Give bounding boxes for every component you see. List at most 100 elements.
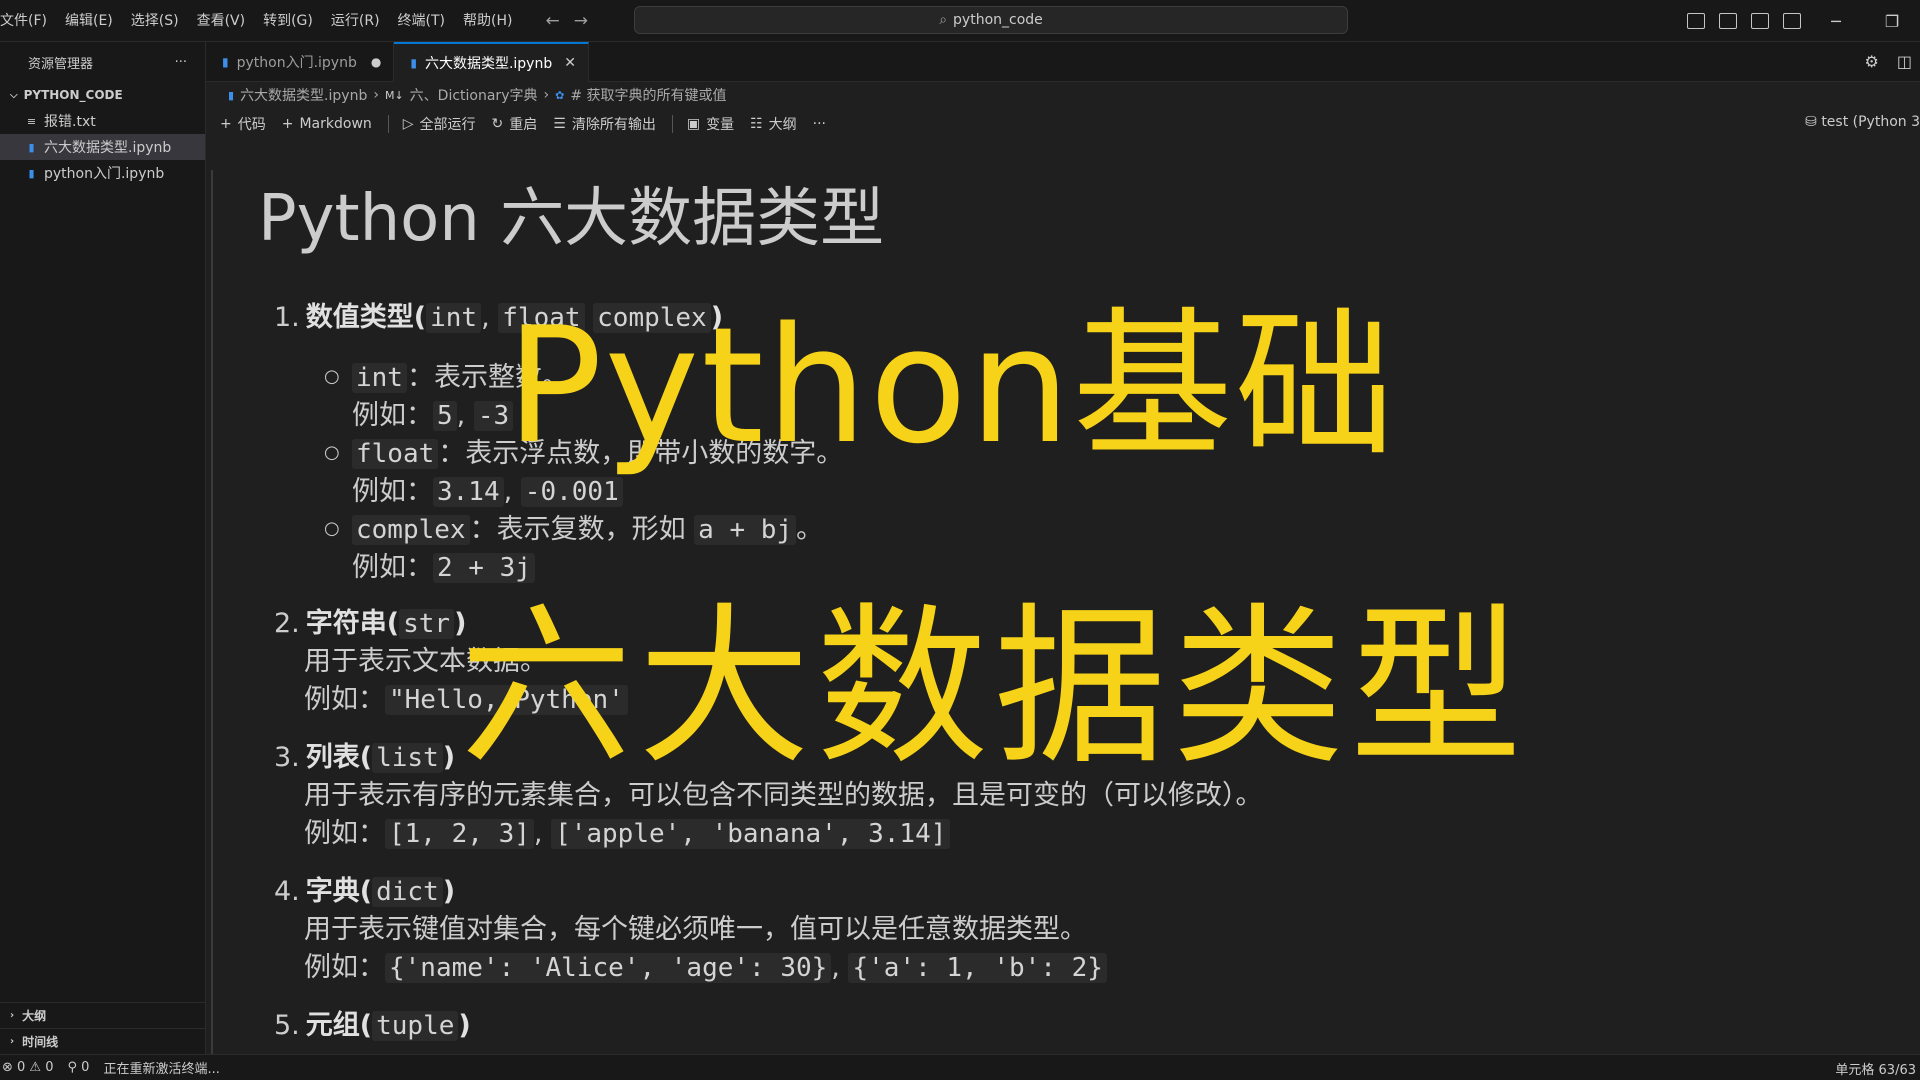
inline-code: str <box>399 609 455 639</box>
list-desc: 用于表示有序的元素集合，可以包含不同类型的数据，且是可变的（可以修改）。 <box>304 780 1263 811</box>
kernel-picker[interactable]: ⛁ test (Python 3 <box>1805 114 1920 130</box>
breadcrumb-section[interactable]: 六、Dictionary字典 <box>410 85 538 105</box>
variables-button[interactable]: ▣ 变量 <box>687 114 734 134</box>
example-float: 例如： 3.14, -0.001 <box>352 473 623 511</box>
inline-code: dict <box>372 877 443 907</box>
list-item-list: 3. 列表(list) <box>274 742 456 773</box>
example-label: 例如： <box>352 476 433 507</box>
file-item-error-txt[interactable]: ≡ 报错.txt <box>0 108 205 134</box>
item-number: 2. <box>274 608 300 639</box>
bullet-icon: ○ <box>324 442 340 463</box>
outline-section[interactable]: › 大纲 <box>0 1002 205 1028</box>
toggle-secondary-sidebar-icon[interactable] <box>1751 13 1769 29</box>
gear-icon[interactable]: ⚙ <box>1865 52 1879 71</box>
clear-outputs-label: 清除所有输出 <box>571 117 656 133</box>
toggle-panel-icon[interactable] <box>1719 13 1737 29</box>
clear-outputs-button[interactable]: ☰ 清除所有输出 <box>553 114 656 134</box>
run-all-button[interactable]: ▷ 全部运行 <box>403 114 476 134</box>
inline-code: a + bj <box>694 515 797 545</box>
chevron-right-icon: › <box>543 87 550 103</box>
inline-code: int <box>352 363 407 393</box>
file-item-python-intro[interactable]: ▮ python入门.ipynb <box>0 160 205 186</box>
inline-code: {'name': 'Alice', 'age': 30} <box>385 953 832 983</box>
back-arrow-icon[interactable]: ← <box>545 11 559 31</box>
punct: 。 <box>796 514 824 545</box>
ports-status[interactable]: ⚲ 0 <box>68 1060 90 1075</box>
timeline-label: 时间线 <box>22 1035 59 1049</box>
search-icon: ⌕ <box>939 12 948 28</box>
inline-code: complex <box>352 515 470 545</box>
list-item-string: 2. 字符串(str) <box>274 608 467 639</box>
menu-go[interactable]: 转到(G) <box>254 0 322 42</box>
minimize-button[interactable]: ─ <box>1808 12 1864 31</box>
cell-left-border <box>211 170 213 1054</box>
menu-edit[interactable]: 编辑(E) <box>56 0 122 42</box>
item-number: 5. <box>274 1010 300 1041</box>
menu-bar: 文件(F) 编辑(E) 选择(S) 查看(V) 转到(G) 运行(R) 终端(T… <box>0 0 521 42</box>
example-label: 例如： <box>304 684 385 715</box>
list-item-tuple: 5. 元组(tuple) <box>274 1010 471 1041</box>
timeline-section[interactable]: › 时间线 <box>0 1028 205 1054</box>
markdown-cell-output[interactable]: Python 六大数据类型 1. 数值类型(int, float complex)… <box>258 175 1898 1054</box>
chevron-down-icon: ⌵ <box>10 89 18 101</box>
item-label: 字典 <box>305 876 360 907</box>
menu-view[interactable]: 查看(V) <box>188 0 255 42</box>
markdown-icon: M↓ <box>384 88 404 102</box>
example-label: 例如： <box>304 818 385 849</box>
variables-icon: ▣ <box>686 116 701 132</box>
nav-arrows: ← → <box>545 11 588 31</box>
toggle-primary-sidebar-icon[interactable] <box>1687 13 1705 29</box>
menu-selection[interactable]: 选择(S) <box>122 0 188 42</box>
bullet-icon: ○ <box>324 366 340 387</box>
split-editor-icon[interactable]: ◫ <box>1897 52 1912 71</box>
breadcrumb-cell[interactable]: # 获取字典的所有键或值 <box>570 85 726 105</box>
more-toolbar-button[interactable]: ··· <box>813 116 826 132</box>
command-center-search[interactable]: ⌕ python_code <box>634 6 1348 34</box>
cell-position-status[interactable]: 单元格 63/63 <box>1835 1059 1916 1078</box>
editor-actions: ⚙ ◫ <box>1865 52 1912 71</box>
plus-icon: + <box>281 116 294 132</box>
chevron-right-icon: › <box>10 1010 15 1021</box>
restart-button[interactable]: ↻ 重启 <box>492 114 538 134</box>
folder-python-code[interactable]: ⌵ PYTHON_CODE <box>0 82 205 108</box>
customize-layout-icon[interactable] <box>1783 13 1801 29</box>
breadcrumb-file[interactable]: 六大数据类型.ipynb <box>240 85 367 105</box>
tab-six-types[interactable]: ▮ 六大数据类型.ipynb ✕ <box>394 42 589 82</box>
inline-code: [1, 2, 3] <box>385 819 534 849</box>
list-item-float: float ：表示浮点数，即带小数的数字。 <box>352 435 843 473</box>
example-label: 例如： <box>304 952 385 983</box>
problems-status[interactable]: ⊗ 0 ⚠ 0 <box>2 1060 54 1075</box>
menu-file[interactable]: 文件(F) <box>0 0 56 42</box>
tab-python-intro[interactable]: ▮ python入门.ipynb ● <box>206 42 395 82</box>
notebook-toolbar: + 代码 + Markdown ▷ 全部运行 ↻ 重启 ☰ 清除所有输出 ▣ 变量 ☷ 大纲 … <box>206 108 1920 140</box>
menu-help[interactable]: 帮助(H) <box>454 0 521 42</box>
item-number: 3. <box>274 742 300 773</box>
example-label: 例如： <box>352 552 433 583</box>
menu-terminal[interactable]: 终端(T) <box>389 0 454 42</box>
folder-label: PYTHON_CODE <box>23 88 123 102</box>
toolbar-divider <box>671 115 673 133</box>
kernel-label: test (Python 3 <box>1821 114 1920 130</box>
inline-code: "Hello, Python' <box>385 685 628 715</box>
example-string: 例如： "Hello, Python' <box>304 681 628 719</box>
item-number: 1. <box>274 302 300 333</box>
inline-code: float <box>498 303 585 333</box>
comma: , <box>481 302 490 333</box>
breadcrumb: ▮ 六大数据类型.ipynb › M↓ 六、Dictionary字典 › ✿ #… <box>206 82 1920 108</box>
more-actions-icon[interactable]: ··· <box>175 55 187 70</box>
string-desc: 用于表示文本数据。 <box>304 646 547 677</box>
file-label: 六大数据类型.ipynb <box>44 140 172 156</box>
close-icon[interactable]: ✕ <box>564 55 576 71</box>
restore-button[interactable]: ❐ <box>1864 12 1920 31</box>
outline-button[interactable]: ☷ 大纲 <box>750 114 797 134</box>
forward-arrow-icon[interactable]: → <box>574 11 588 31</box>
add-code-button[interactable]: + 代码 <box>220 114 266 134</box>
menu-run[interactable]: 运行(R) <box>322 0 389 42</box>
search-text: python_code <box>953 12 1043 28</box>
editor-tabs: ▮ python入门.ipynb ● ▮ 六大数据类型.ipynb ✕ ⚙ ◫ <box>206 42 1920 82</box>
add-markdown-button[interactable]: + Markdown <box>282 116 372 132</box>
file-item-six-types[interactable]: ▮ 六大数据类型.ipynb <box>0 134 205 160</box>
item-label: 字符串 <box>305 608 387 639</box>
inline-code: {'a': 1, 'b': 2} <box>848 953 1107 983</box>
tab-label: python入门.ipynb <box>236 55 357 71</box>
